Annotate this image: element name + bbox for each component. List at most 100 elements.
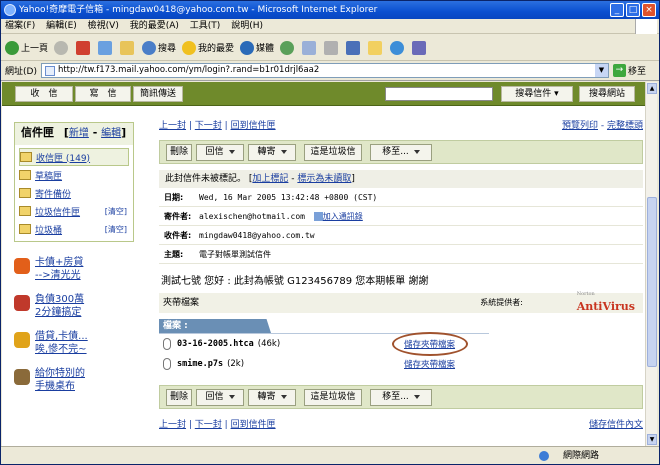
address-bar: 網址(D) http://tw.f173.mail.yahoo.com/ym/l… [1, 61, 659, 81]
folder-sent[interactable]: 寄件備份 [19, 184, 129, 202]
tab-sms[interactable]: 簡訊傳送 [133, 86, 183, 102]
header-to: 收件者: mingdaw0418@yahoo.com.tw [159, 226, 643, 245]
ad-item[interactable]: 卡債+房貸 -->清光光 [14, 256, 134, 282]
close-button[interactable]: × [642, 3, 656, 17]
research-button[interactable] [412, 40, 428, 55]
empty-trash-link[interactable]: [清空] [105, 224, 127, 235]
favorites-button[interactable]: 我的最愛 [182, 40, 234, 55]
scroll-down-icon[interactable]: ▼ [647, 434, 657, 445]
back-to-folder-link[interactable]: 回到信件匣 [231, 121, 276, 131]
search-icon [142, 40, 157, 55]
page-icon [44, 66, 55, 76]
edit-folder-link[interactable]: 編輯 [101, 128, 121, 139]
history-button[interactable] [280, 40, 296, 55]
forward-button[interactable] [54, 40, 70, 55]
edit-button[interactable] [346, 40, 362, 55]
scroll-thumb[interactable] [647, 197, 657, 367]
folder-list: 收信匣 (149) 草稿匣 寄件備份 垃圾信件匣 [清空] 垃圾桶 [清空] [15, 145, 133, 241]
chevron-down-icon [413, 149, 420, 154]
menu-tools[interactable]: 工具(T) [186, 19, 225, 34]
move-button[interactable]: 移至... [370, 389, 432, 406]
research-icon [412, 40, 427, 55]
home-button[interactable] [120, 40, 136, 55]
messenger-button[interactable] [390, 40, 406, 55]
next-message-link[interactable]: 下一封 [195, 121, 222, 131]
folder-icon [19, 188, 31, 198]
address-label: 網址(D) [5, 67, 37, 77]
prev-message-link[interactable]: 上一封 [159, 420, 186, 430]
minimize-button[interactable]: _ [610, 3, 624, 17]
reply-button[interactable]: 回信 [196, 144, 244, 161]
menu-favorites[interactable]: 我的最愛(A) [126, 19, 183, 34]
ad-item[interactable]: 給你特別的 手機桌布 [14, 367, 134, 393]
folder-drafts[interactable]: 草稿匣 [19, 166, 129, 184]
search-button[interactable]: 搜尋 [142, 40, 176, 55]
address-dropdown[interactable]: ▼ [594, 64, 608, 77]
delete-button[interactable]: 刪除 [166, 389, 192, 406]
vertical-scrollbar[interactable]: ▲ ▼ [645, 82, 657, 446]
refresh-button[interactable] [98, 40, 114, 55]
empty-spam-link[interactable]: [清空] [105, 206, 127, 217]
search-mail-button[interactable]: 搜尋信件 ▾ [501, 86, 573, 102]
folder-title: 信件匣 [21, 126, 54, 139]
chevron-down-icon [228, 149, 235, 154]
back-arrow-icon [5, 40, 19, 55]
chevron-down-icon [413, 394, 420, 399]
maximize-button[interactable]: □ [626, 3, 640, 17]
folder-spam[interactable]: 垃圾信件匣 [清空] [19, 202, 129, 220]
ad-item[interactable]: 借貸,卡債... 唉,慘不完~ [14, 330, 134, 356]
delete-button[interactable]: 刪除 [166, 144, 192, 161]
mark-unread-link[interactable]: 標示為未讀取 [297, 174, 351, 184]
attachments-section: 夾帶檔案 系統提供者: Norton AntiVirus 檔案 : 03-16-2… [159, 291, 643, 373]
forward-button[interactable]: 轉寄 [248, 389, 296, 406]
search-web-button[interactable]: 搜尋網站 [579, 86, 635, 102]
media-icon [240, 40, 255, 55]
mail-button[interactable] [302, 40, 318, 55]
print-preview-link[interactable]: 預覽列印 [562, 121, 598, 131]
paperclip-icon [163, 338, 171, 350]
go-button[interactable]: → 移至 [612, 64, 646, 77]
back-button[interactable]: 上一頁 [5, 40, 48, 55]
tab-compose[interactable]: 寫 信 [75, 86, 131, 102]
full-header-link[interactable]: 完整標頭 [607, 121, 643, 131]
add-contact-link[interactable]: 加入通訊錄 [323, 212, 363, 221]
chevron-down-icon [280, 149, 287, 154]
save-message-link[interactable]: 儲存信件內文 [589, 420, 643, 430]
stop-button[interactable] [76, 40, 92, 55]
move-button[interactable]: 移至... [370, 144, 432, 161]
message-headers: 日期: Wed, 16 Mar 2005 13:42:48 +0800 (CST)… [159, 188, 643, 264]
add-flag-link[interactable]: 加上標記 [252, 174, 288, 184]
browser-window: Yahoo!奇摩電子信箱 - mingdaw0418@yahoo.com.tw … [0, 0, 660, 465]
search-input[interactable] [385, 87, 493, 101]
attachments-band: 檔案 : [159, 319, 271, 333]
menu-view[interactable]: 檢視(V) [84, 19, 123, 34]
spam-button[interactable]: 這是垃圾信 [304, 144, 362, 161]
menu-file[interactable]: 檔案(F) [1, 19, 39, 34]
discuss-button[interactable] [368, 40, 384, 55]
reply-button[interactable]: 回信 [196, 389, 244, 406]
folder-trash[interactable]: 垃圾桶 [清空] [19, 220, 129, 238]
stop-icon [76, 40, 91, 55]
forward-button[interactable]: 轉寄 [248, 144, 296, 161]
new-folder-link[interactable]: 新增 [69, 128, 89, 139]
header-date: 日期: Wed, 16 Mar 2005 13:42:48 +0800 (CST) [159, 188, 643, 207]
ad-item[interactable]: 負債300萬 2分鐘搞定 [14, 293, 134, 319]
next-message-link[interactable]: 下一封 [195, 420, 222, 430]
spam-button[interactable]: 這是垃圾信 [304, 389, 362, 406]
prev-message-link[interactable]: 上一封 [159, 121, 186, 131]
print-button[interactable] [324, 40, 340, 55]
save-attachment-link[interactable]: 儲存夾帶檔案 [404, 358, 455, 370]
ad-icon [14, 332, 30, 348]
tab-check-mail[interactable]: 收 信 [15, 86, 73, 102]
address-input[interactable]: http://tw.f173.mail.yahoo.com/ym/login?.… [40, 63, 609, 78]
menu-help[interactable]: 說明(H) [227, 19, 267, 34]
ie-icon [4, 4, 16, 16]
folder-panel: 信件匣 [新增 - 編輯] 收信匣 (149) 草稿匣 寄件備份 垃圾信件匣 [清… [14, 122, 134, 242]
messenger-icon [390, 40, 405, 55]
back-to-folder-link[interactable]: 回到信件匣 [231, 420, 276, 430]
media-button[interactable]: 媒體 [240, 40, 274, 55]
address-book-icon [313, 211, 323, 221]
menu-edit[interactable]: 編輯(E) [42, 19, 81, 34]
folder-inbox[interactable]: 收信匣 (149) [19, 148, 129, 166]
scroll-up-icon[interactable]: ▲ [647, 83, 657, 94]
